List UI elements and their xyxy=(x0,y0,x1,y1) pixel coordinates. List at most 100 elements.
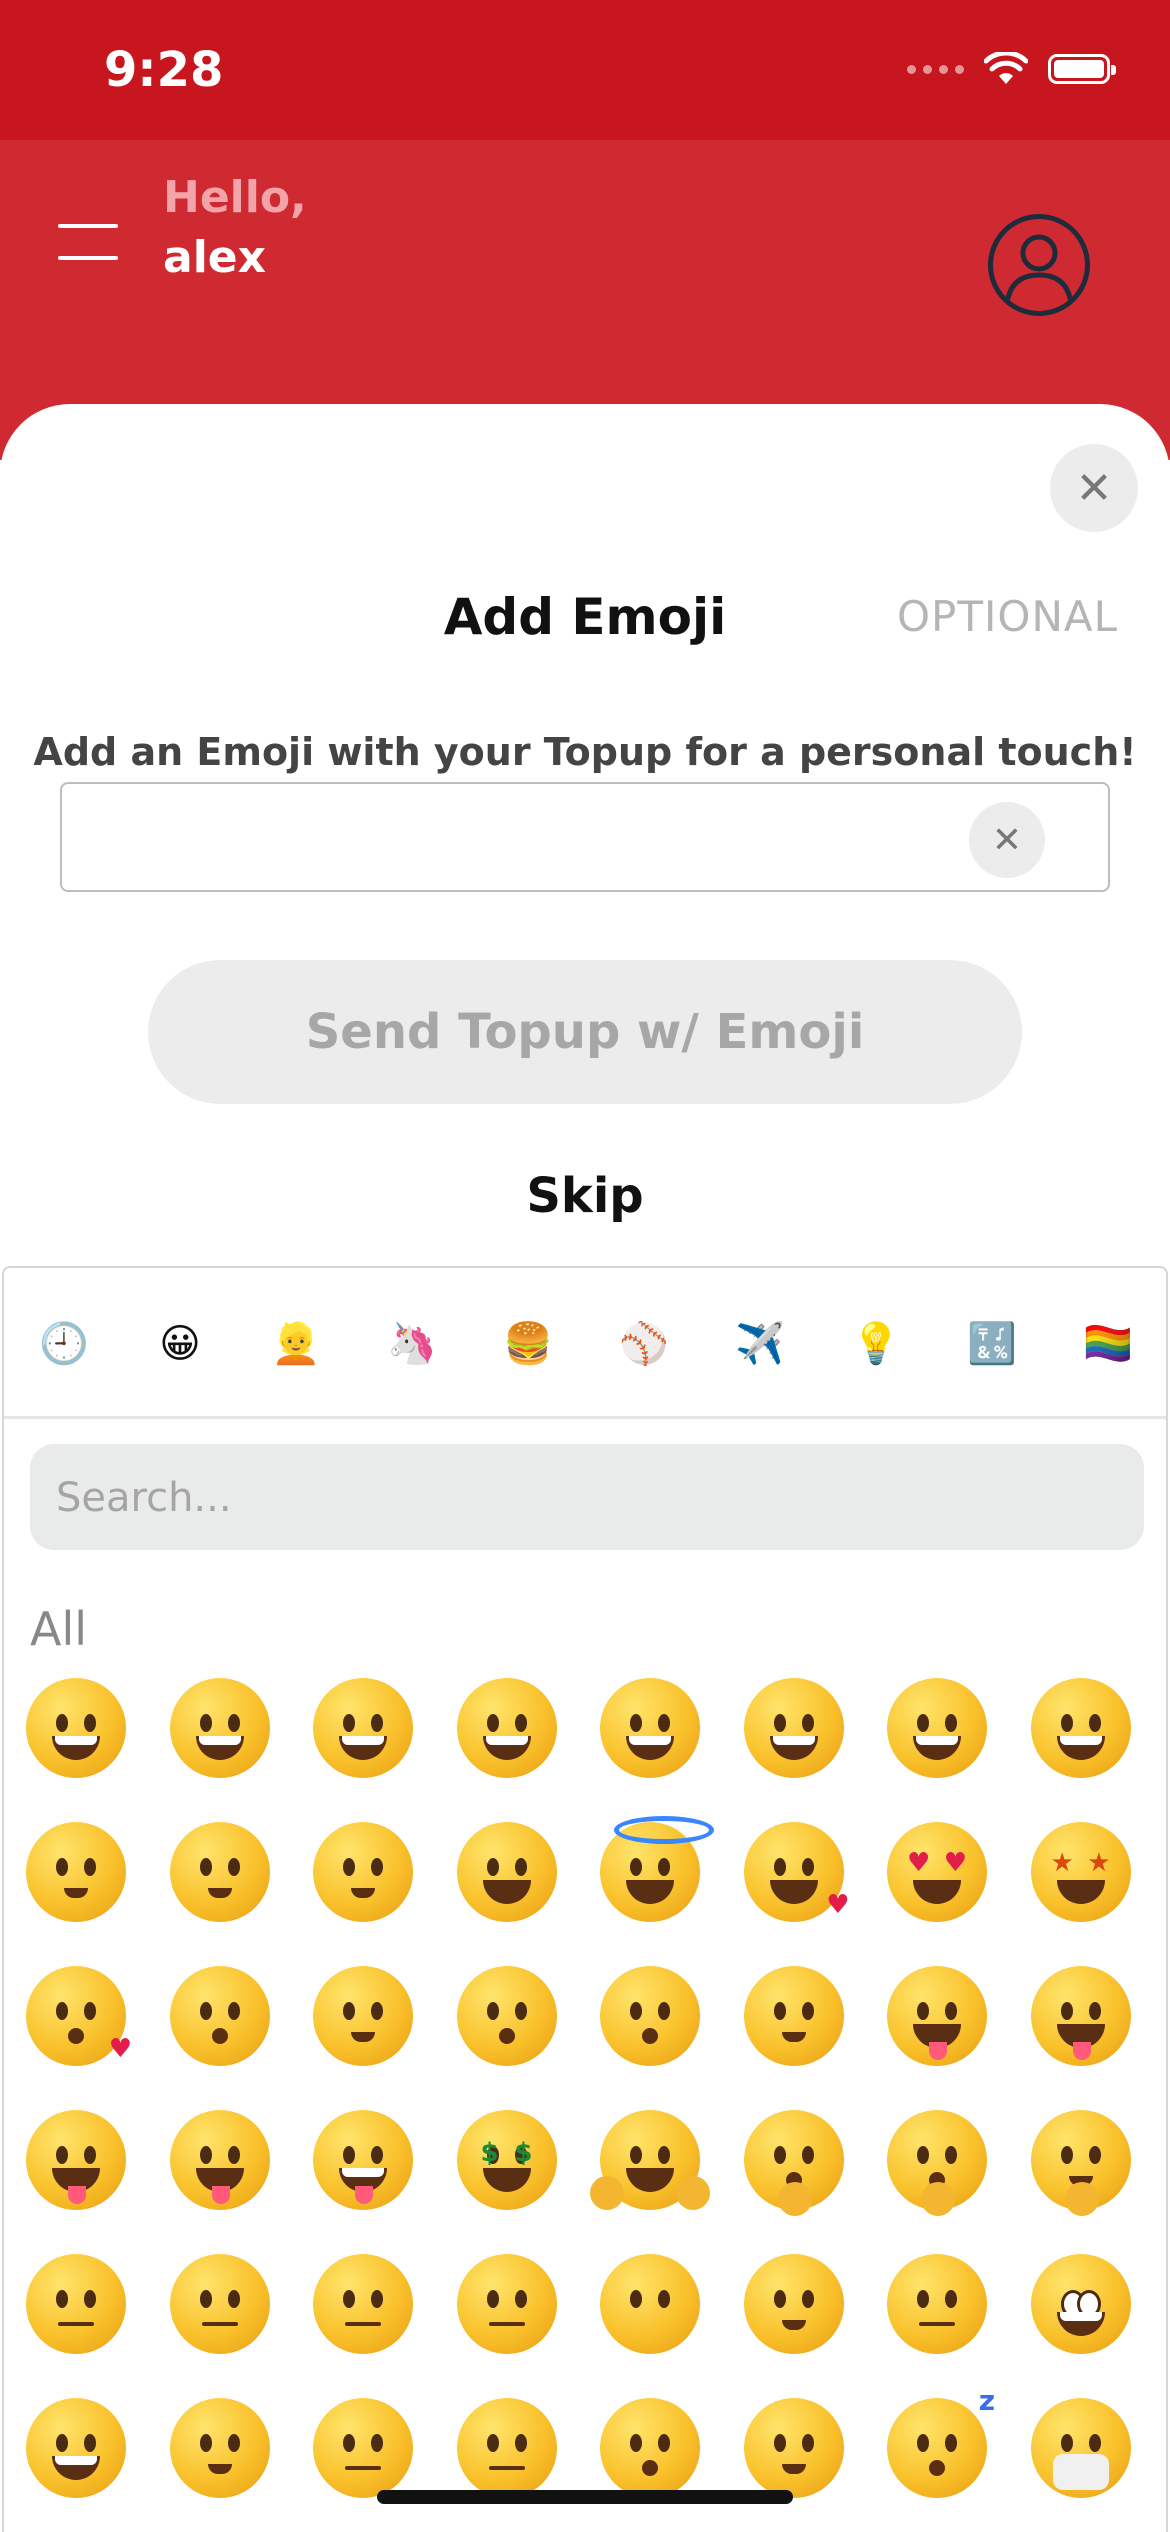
status-time: 9:28 xyxy=(104,42,224,98)
status-bar: 9:28 xyxy=(0,0,1170,140)
star-struck-icon: ★ ★ xyxy=(1030,1822,1131,1922)
smirking-face-icon xyxy=(743,2254,844,2354)
thinking-face-icon xyxy=(1030,2110,1131,2216)
face-savoring-food-emoji[interactable] xyxy=(877,1956,997,2076)
face-blowing-kiss-emoji[interactable]: ♥ xyxy=(16,1956,136,2076)
smirking-face-emoji[interactable] xyxy=(734,2244,854,2364)
slightly-smiling-face-emoji[interactable] xyxy=(16,1812,136,1932)
thinking-face-emoji[interactable] xyxy=(1021,2100,1141,2220)
smileys-category-icon[interactable]: 😀 xyxy=(150,1314,210,1374)
symbols-category-icon[interactable]: 🔣 xyxy=(962,1314,1022,1374)
animals-category-icon[interactable]: 🦄 xyxy=(382,1314,442,1374)
upside-down-face-emoji[interactable] xyxy=(160,1812,280,1932)
close-sheet-button[interactable]: ✕ xyxy=(1050,444,1138,532)
grinning-face-sweat-emoji[interactable] xyxy=(734,1668,854,1788)
raised-eyebrow-face-emoji[interactable] xyxy=(160,2244,280,2364)
heart-eyes-emoji[interactable]: ♥ ♥ xyxy=(877,1812,997,1932)
sleeping-face-emoji[interactable]: z xyxy=(877,2384,997,2508)
face-tears-of-joy-icon xyxy=(1030,1678,1131,1778)
zany-face-icon xyxy=(169,2110,270,2210)
money-mouth-face-emoji[interactable]: $ $ xyxy=(447,2100,567,2220)
grinning-face-icon xyxy=(26,1678,126,1778)
hugging-face-emoji[interactable] xyxy=(590,2100,710,2220)
winking-face-tongue-icon xyxy=(26,2110,126,2210)
food-category-icon[interactable]: 🍔 xyxy=(498,1314,558,1374)
smiling-face-tear-emoji[interactable] xyxy=(734,1956,854,2076)
expressionless-face-emoji[interactable] xyxy=(447,2244,567,2364)
kissing-face-emoji[interactable] xyxy=(160,1956,280,2076)
emoji-input[interactable] xyxy=(82,804,966,876)
face-medical-mask-icon xyxy=(1030,2398,1131,2498)
unamused-face-icon xyxy=(887,2254,987,2354)
face-tears-of-joy-emoji[interactable] xyxy=(1021,1668,1141,1788)
emoji-search-input[interactable] xyxy=(54,1464,1118,1532)
winking-face-emoji[interactable] xyxy=(303,1812,423,1932)
sheet-subtitle: Add an Emoji with your Topup for a perso… xyxy=(33,730,1137,774)
squinting-face-tongue-emoji[interactable] xyxy=(303,2100,423,2220)
winking-face-icon xyxy=(313,1822,413,1922)
face-without-mouth-icon xyxy=(600,2254,700,2354)
smiling-face-smiling-eyes-emoji[interactable] xyxy=(447,1812,567,1932)
clear-icon: ✕ xyxy=(991,819,1023,861)
money-mouth-face-icon: $ $ xyxy=(456,2110,557,2210)
kissing-face-icon xyxy=(169,1966,270,2066)
clear-input-button[interactable]: ✕ xyxy=(969,802,1045,878)
smiling-face-emoji[interactable] xyxy=(303,1956,423,2076)
star-struck-emoji[interactable]: ★ ★ xyxy=(1021,1812,1141,1932)
grinning-face-big-eyes-emoji[interactable] xyxy=(160,1668,280,1788)
face-hand-over-mouth-emoji[interactable] xyxy=(734,2100,854,2220)
send-topup-with-emoji-button[interactable]: Send Topup w/ Emoji xyxy=(148,960,1022,1104)
sleepy-face-icon xyxy=(600,2398,700,2498)
people-category-icon[interactable]: 👱 xyxy=(266,1314,326,1374)
flags-category-icon[interactable]: 🏳️‍🌈 xyxy=(1078,1314,1138,1374)
optional-label: OPTIONAL xyxy=(896,592,1118,641)
rolling-eyes-emoji[interactable] xyxy=(1021,2244,1141,2364)
rolling-on-floor-laughing-emoji[interactable] xyxy=(877,1668,997,1788)
grinning-face-emoji[interactable] xyxy=(16,1668,136,1788)
zipper-mouth-face-emoji[interactable] xyxy=(16,2244,136,2364)
unamused-face-emoji[interactable] xyxy=(877,2244,997,2364)
relieved-face-icon xyxy=(313,2398,413,2498)
travel-category-icon[interactable]: ✈️ xyxy=(730,1314,790,1374)
grinning-face-big-eyes-icon xyxy=(169,1678,270,1778)
lying-face-emoji[interactable] xyxy=(160,2388,280,2508)
kissing-face-closed-eyes-icon xyxy=(456,1966,557,2066)
profile-avatar-icon[interactable] xyxy=(988,214,1090,316)
sleeping-face-icon: z xyxy=(887,2384,995,2498)
neutral-face-emoji[interactable] xyxy=(303,2244,423,2364)
kissing-face-smiling-eyes-icon xyxy=(600,1966,700,2066)
recent-category-icon[interactable]: 🕘 xyxy=(34,1314,94,1374)
face-medical-mask-emoji[interactable] xyxy=(1021,2388,1141,2508)
face-without-mouth-emoji[interactable] xyxy=(590,2244,710,2364)
zany-face-emoji[interactable] xyxy=(160,2100,280,2220)
menu-icon[interactable] xyxy=(58,222,118,262)
emoji-category-bar: 🕘 😀 👱 🦄 🍔 ⚾ ✈️ 💡 🔣 🏳️‍🌈 xyxy=(4,1268,1166,1419)
smiling-face-tear-icon xyxy=(743,1966,844,2066)
shushing-face-emoji[interactable] xyxy=(877,2100,997,2220)
grinning-face-smiling-eyes-icon xyxy=(313,1678,413,1778)
skip-button[interactable]: Skip xyxy=(0,1168,1170,1224)
status-icons xyxy=(907,52,1116,86)
smiling-face-halo-emoji[interactable] xyxy=(590,1812,714,1932)
squinting-face-emoji[interactable] xyxy=(590,1668,710,1788)
pensive-face-icon xyxy=(456,2398,557,2498)
drooling-face-icon xyxy=(743,2398,844,2498)
winking-face-tongue-emoji[interactable] xyxy=(16,2100,136,2220)
face-savoring-food-icon xyxy=(887,1966,987,2066)
grimacing-face-emoji[interactable] xyxy=(16,2388,136,2508)
cellular-signal-icon xyxy=(907,64,964,74)
kissing-face-smiling-eyes-emoji[interactable] xyxy=(590,1956,710,2076)
shushing-face-icon xyxy=(887,2110,987,2216)
neutral-face-icon xyxy=(313,2254,413,2354)
emoji-input-field[interactable] xyxy=(60,782,1110,892)
kissing-face-closed-eyes-emoji[interactable] xyxy=(447,1956,567,2076)
face-with-tongue-emoji[interactable] xyxy=(1021,1956,1141,2076)
grinning-face-smiling-eyes-emoji[interactable] xyxy=(303,1668,423,1788)
grimacing-face-icon xyxy=(26,2398,126,2498)
objects-category-icon[interactable]: 💡 xyxy=(846,1314,906,1374)
emoji-search-field[interactable] xyxy=(30,1444,1144,1550)
smiling-face-hearts-emoji[interactable]: ♥ xyxy=(734,1812,854,1932)
beaming-face-emoji[interactable] xyxy=(447,1668,567,1788)
activities-category-icon[interactable]: ⚾ xyxy=(614,1314,674,1374)
battery-icon xyxy=(1048,54,1116,84)
